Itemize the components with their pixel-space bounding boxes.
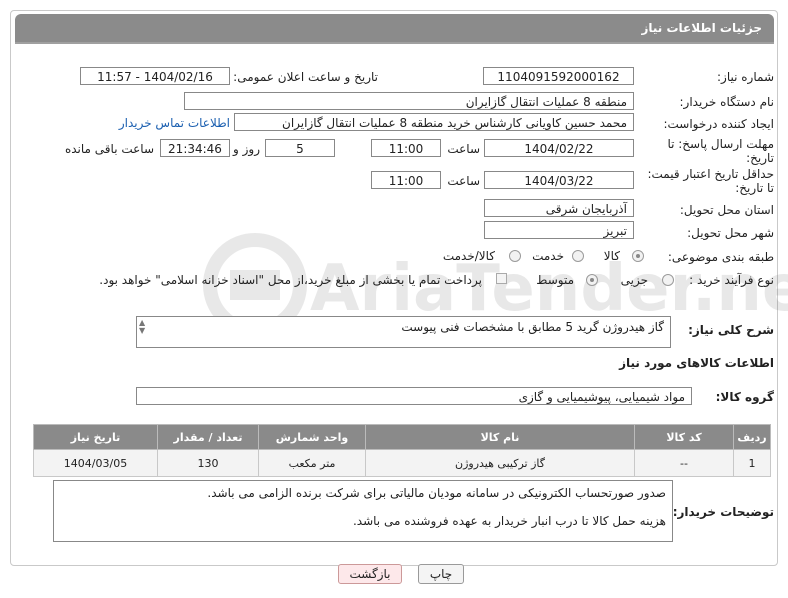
category-radio-both[interactable] — [509, 250, 521, 262]
col-row: ردیف — [733, 424, 771, 450]
description-textarea[interactable]: گاز هیدروژن گرید 5 مطابق با مشخصات فنی پ… — [136, 316, 671, 348]
deadline-time-label: ساعت — [447, 142, 480, 156]
requester-field[interactable]: محمد حسین کاویانی کارشناس خرید منطقه 8 ع… — [234, 113, 634, 131]
buyer-notes-label: توضیحات خریدار: — [672, 505, 774, 519]
process-radio-medium[interactable] — [586, 274, 598, 286]
panel-title: جزئیات اطلاعات نیاز — [641, 21, 762, 35]
remaining-label: ساعت باقی مانده — [64, 142, 154, 156]
process-label: نوع فرآیند خرید : — [689, 273, 774, 287]
price-validity-label: حداقل تاریخ اعتبار قیمت: — [647, 167, 774, 181]
price-date-field[interactable]: 1404/03/22 — [484, 171, 634, 189]
col-need-date: تاریخ نیاز — [33, 424, 158, 450]
description-text: گاز هیدروژن گرید 5 مطابق با مشخصات فنی پ… — [401, 320, 664, 334]
need-number-field[interactable]: 1104091592000162 — [483, 67, 634, 85]
goods-group-label: گروه کالا: — [715, 390, 774, 404]
buyer-notes-textarea[interactable]: صدور صورتحساب الکترونیکی در سامانه مودیا… — [53, 480, 673, 542]
deadline-date-field[interactable]: 1404/02/22 — [484, 139, 634, 157]
need-number-label: شماره نیاز: — [717, 70, 774, 84]
buyer-org-field[interactable]: منطقه 8 عملیات انتقال گازایران — [184, 92, 634, 110]
goods-group-field[interactable]: مواد شیمیایی، پیوشیمیایی و گازی — [136, 387, 692, 405]
announce-label: تاریخ و ساعت اعلان عمومی: — [233, 70, 378, 84]
category-option-both: کالا/خدمت — [442, 249, 495, 263]
city-label: شهر محل تحویل: — [687, 226, 774, 240]
cell-need-date: 1404/03/05 — [33, 449, 158, 477]
category-option-goods: کالا — [603, 249, 620, 263]
back-button[interactable]: بازگشت — [338, 564, 402, 584]
table-header-row: ردیف کد کالا نام کالا واحد شمارش تعداد /… — [33, 424, 771, 450]
treasury-payment-checkbox[interactable] — [496, 273, 507, 284]
cell-quantity: 130 — [157, 449, 259, 477]
col-code: کد کالا — [634, 424, 734, 450]
print-button[interactable]: چاپ — [418, 564, 464, 584]
col-name: نام کالا — [365, 424, 635, 450]
requester-label: ایجاد کننده درخواست: — [663, 117, 774, 131]
price-time-field[interactable]: 11:00 — [371, 171, 441, 189]
remaining-time-field[interactable]: 21:34:46 — [160, 139, 230, 157]
deadline-label: مهلت ارسال پاسخ: تا — [667, 137, 774, 151]
province-field[interactable]: آذربایجان شرقی — [484, 199, 634, 217]
items-table: ردیف کد کالا نام کالا واحد شمارش تعداد /… — [33, 424, 771, 477]
category-radio-service[interactable] — [572, 250, 584, 262]
deadline-time-field[interactable]: 11:00 — [371, 139, 441, 157]
treasury-payment-note: پرداخت تمام یا بخشی از مبلغ خرید،از محل … — [99, 273, 482, 287]
process-option-minor: جزیی — [620, 273, 648, 287]
cell-name: گاز ترکیبی هیدروژن — [365, 449, 635, 477]
category-option-service: خدمت — [532, 249, 564, 263]
panel-header: جزئیات اطلاعات نیاز — [15, 14, 774, 44]
price-time-label: ساعت — [447, 174, 480, 188]
process-option-medium: متوسط — [536, 273, 574, 287]
buyer-notes-line-1: صدور صورتحساب الکترونیکی در سامانه مودیا… — [207, 486, 666, 500]
cell-row: 1 — [733, 449, 771, 477]
col-quantity: تعداد / مقدار — [157, 424, 259, 450]
contact-info-link[interactable]: اطلاعات تماس خریدار — [119, 116, 230, 130]
deadline-label-2: تاریخ: — [746, 151, 774, 165]
process-radio-minor[interactable] — [662, 274, 674, 286]
goods-info-title: اطلاعات کالاهای مورد نیاز — [619, 356, 774, 370]
price-validity-label-2: تا تاریخ: — [735, 181, 774, 195]
days-label: روز و — [233, 142, 260, 156]
textarea-scroll-icon[interactable]: ▲ ▼ — [139, 319, 145, 335]
table-row[interactable]: 1 -- گاز ترکیبی هیدروژن متر مکعب 130 140… — [33, 449, 771, 477]
description-label: شرح کلی نیاز: — [688, 323, 774, 337]
city-field[interactable]: تبریز — [484, 221, 634, 239]
buyer-org-label: نام دستگاه خریدار: — [679, 95, 775, 109]
category-label: طبقه بندی موضوعی: — [667, 250, 774, 264]
buyer-notes-line-2: هزینه حمل کالا تا درب انبار خریدار به عه… — [352, 514, 666, 528]
announce-field[interactable]: 1404/02/16 - 11:57 — [80, 67, 230, 85]
cell-code: -- — [634, 449, 734, 477]
col-unit: واحد شمارش — [258, 424, 366, 450]
category-radio-goods[interactable] — [632, 250, 644, 262]
cell-unit: متر مکعب — [258, 449, 366, 477]
province-label: استان محل تحویل: — [679, 203, 774, 217]
days-field[interactable]: 5 — [265, 139, 335, 157]
